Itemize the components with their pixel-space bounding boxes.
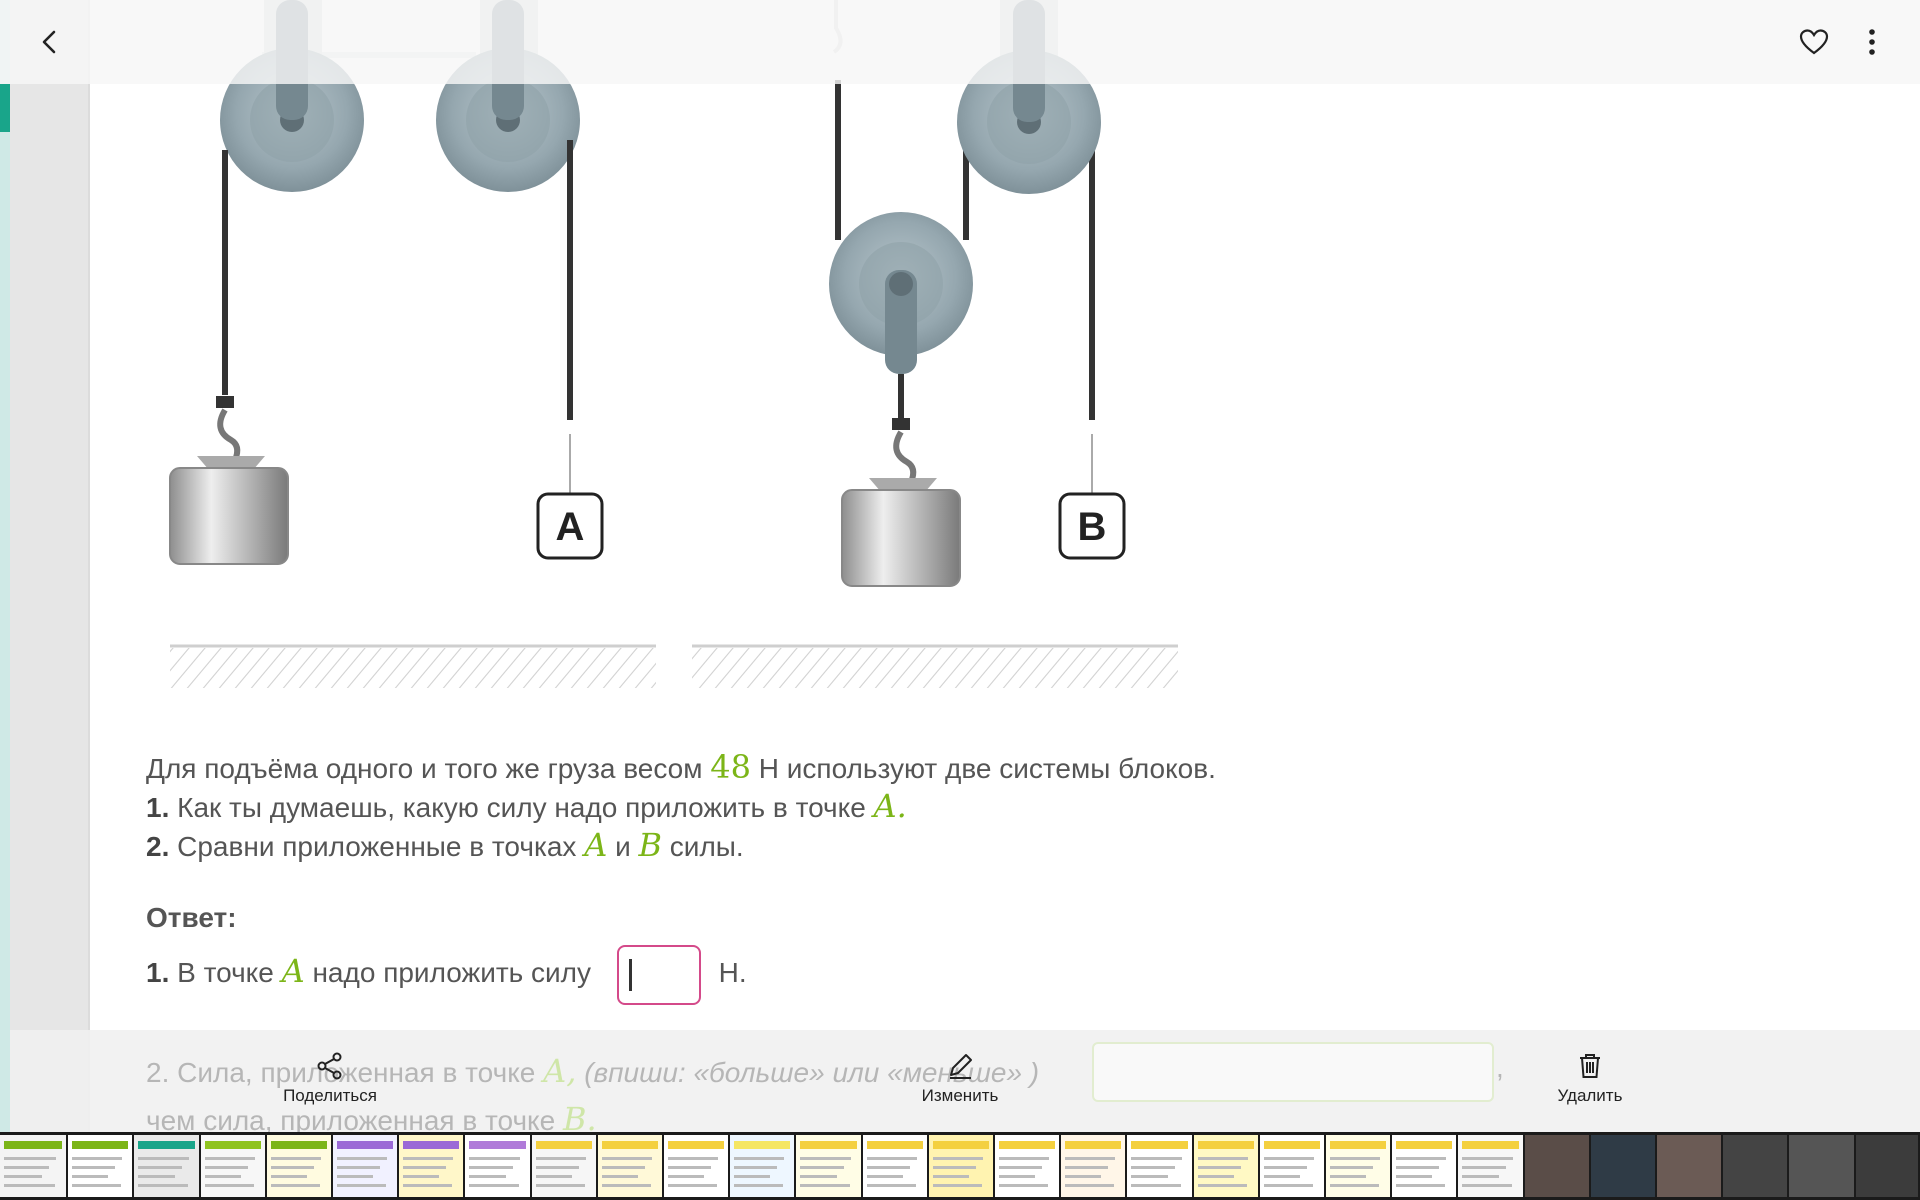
heart-icon xyxy=(1799,29,1829,55)
question-2: 2. Сравни приложенные в точках A и B сил… xyxy=(146,826,744,864)
edit-button[interactable]: Изменить xyxy=(915,1052,1005,1106)
pulley-system-1: A xyxy=(169,0,656,688)
thumbnail[interactable] xyxy=(399,1135,464,1197)
left-gutter xyxy=(10,0,90,1200)
back-button[interactable] xyxy=(28,20,72,64)
answer-2-input[interactable] xyxy=(1092,1042,1494,1102)
left-accent-strip xyxy=(0,0,10,1200)
more-vertical-icon xyxy=(1869,29,1875,55)
thumbnail[interactable] xyxy=(465,1135,530,1197)
thumbnail[interactable] xyxy=(1855,1135,1918,1197)
answer-1-row: 1. В точке A надо приложить силу Н. xyxy=(146,942,747,1005)
thumbnail[interactable] xyxy=(134,1135,199,1197)
thumbnail[interactable] xyxy=(597,1135,662,1197)
trash-icon xyxy=(1580,1054,1600,1078)
question-1: 1. Как ты думаешь, какую силу надо прило… xyxy=(146,787,907,825)
thumbnail[interactable] xyxy=(1458,1135,1523,1197)
thumbnail[interactable] xyxy=(1590,1135,1656,1197)
weight-value: 48 xyxy=(710,748,751,786)
answer-title: Ответ: xyxy=(146,902,237,933)
thumbnail-strip[interactable] xyxy=(0,1132,1920,1200)
share-button[interactable]: Поделиться xyxy=(280,1052,380,1106)
favorite-button[interactable] xyxy=(1792,20,1836,64)
thumbnail[interactable] xyxy=(1657,1135,1722,1197)
pulley-system-2: B xyxy=(692,0,1178,688)
thumbnail[interactable] xyxy=(332,1135,398,1197)
thumbnail[interactable] xyxy=(928,1135,993,1197)
thumbnail[interactable] xyxy=(1392,1135,1457,1197)
thumbnail[interactable] xyxy=(266,1135,331,1197)
thumbnail[interactable] xyxy=(995,1135,1060,1197)
chevron-left-icon xyxy=(42,30,56,54)
thumbnail[interactable] xyxy=(200,1135,265,1197)
share-icon xyxy=(317,1052,342,1080)
thumbnail[interactable] xyxy=(531,1135,596,1197)
label-a: A xyxy=(556,505,585,549)
label-b: B xyxy=(1078,505,1107,549)
thumbnail[interactable] xyxy=(730,1135,795,1197)
answer-1-input[interactable] xyxy=(616,944,701,1005)
thumbnail[interactable] xyxy=(862,1135,927,1197)
question-intro: Для подъёма одного и того же груза весом… xyxy=(146,748,1216,786)
thumbnail[interactable] xyxy=(663,1135,729,1197)
pencil-icon xyxy=(950,1054,972,1079)
top-bar xyxy=(0,0,1920,84)
thumbnail[interactable] xyxy=(68,1135,133,1197)
more-menu-button[interactable] xyxy=(1850,20,1894,64)
thumbnail[interactable] xyxy=(796,1135,861,1197)
thumbnail[interactable] xyxy=(1193,1135,1258,1197)
thumbnail[interactable] xyxy=(1723,1135,1788,1197)
thumbnail[interactable] xyxy=(0,1135,67,1197)
delete-button[interactable]: Удалить xyxy=(1552,1052,1628,1106)
thumbnail[interactable] xyxy=(1326,1135,1391,1197)
thumbnail[interactable] xyxy=(1061,1135,1126,1197)
thumbnail[interactable] xyxy=(1524,1135,1589,1197)
thumbnail[interactable] xyxy=(1259,1135,1325,1197)
thumbnail[interactable] xyxy=(1789,1135,1854,1197)
pulley-systems-figure: A B xyxy=(169,0,1178,688)
thumbnail[interactable] xyxy=(1127,1135,1192,1197)
